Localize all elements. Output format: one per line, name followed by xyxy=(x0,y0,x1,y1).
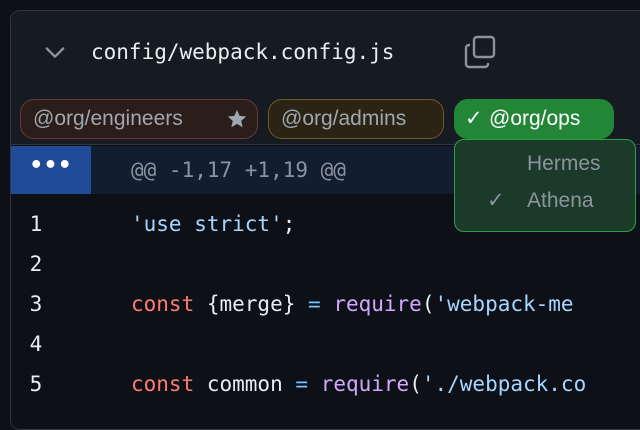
copy-icon xyxy=(464,35,496,69)
file-path[interactable]: config/webpack.config.js xyxy=(91,37,394,67)
tag-label: @org/admins xyxy=(281,107,407,130)
check-icon: ✓ xyxy=(487,189,505,212)
team-dropdown: Hermes ✓ Athena xyxy=(454,139,636,232)
code-token: const xyxy=(131,372,195,396)
dropdown-item-label: Athena xyxy=(527,189,594,212)
line-code: const {merge} = require('webpack-me xyxy=(131,284,574,324)
tag-ops[interactable]: ✓ @org/ops xyxy=(454,99,614,139)
line-number[interactable]: 4 xyxy=(11,324,61,364)
code-token: const xyxy=(131,292,195,316)
tag-admins[interactable]: @org/admins xyxy=(268,99,444,139)
chevron-down-icon[interactable] xyxy=(41,38,69,66)
line-code: 'use strict'; xyxy=(131,204,295,244)
star-icon xyxy=(227,109,247,128)
copy-path-button[interactable] xyxy=(461,32,501,72)
line-number[interactable]: 5 xyxy=(11,364,61,404)
code-token: {merge} xyxy=(194,292,309,316)
dropdown-item-hermes[interactable]: Hermes xyxy=(455,146,635,182)
code-token: ; xyxy=(282,212,296,236)
line-number[interactable]: 3 xyxy=(11,284,61,324)
code-token: require xyxy=(320,372,410,396)
code-line: 2 xyxy=(11,244,640,284)
code-line: 4 xyxy=(11,324,640,364)
code-token: common xyxy=(194,372,296,396)
owner-tags: @org/engineers @org/admins ✓ @org/ops xyxy=(11,95,640,145)
tag-label: @org/engineers xyxy=(33,107,183,130)
code-token: ( xyxy=(409,372,422,396)
line-code: const common = require('./webpack.co xyxy=(131,364,586,404)
line-number[interactable]: 2 xyxy=(11,244,61,284)
code-token: = xyxy=(295,372,309,396)
line-number[interactable]: 1 xyxy=(11,204,61,244)
tag-engineers[interactable]: @org/engineers xyxy=(20,99,258,139)
code-token: ( xyxy=(421,292,435,316)
diff-file-panel: config/webpack.config.js @org/engineers … xyxy=(10,10,640,430)
hunk-header: @@ -1,17 +1,19 @@ xyxy=(131,158,346,182)
code-token: 'webpack-me xyxy=(434,292,574,316)
check-icon: ✓ xyxy=(465,107,483,130)
code-token: require xyxy=(333,292,422,316)
code-token: 'use strict' xyxy=(131,212,283,236)
file-header: config/webpack.config.js xyxy=(11,11,640,95)
code-token: './webpack.co xyxy=(421,372,587,396)
code-token: = xyxy=(308,292,321,316)
expand-hunk-button[interactable]: ••• xyxy=(11,146,91,194)
code-line: 5 const common = require('./webpack.co xyxy=(11,364,640,404)
dropdown-item-athena[interactable]: ✓ Athena xyxy=(455,183,635,219)
code-line: 3 const {merge} = require('webpack-me xyxy=(11,284,640,324)
dropdown-item-label: Hermes xyxy=(527,152,601,175)
tag-label: @org/ops xyxy=(489,107,581,130)
